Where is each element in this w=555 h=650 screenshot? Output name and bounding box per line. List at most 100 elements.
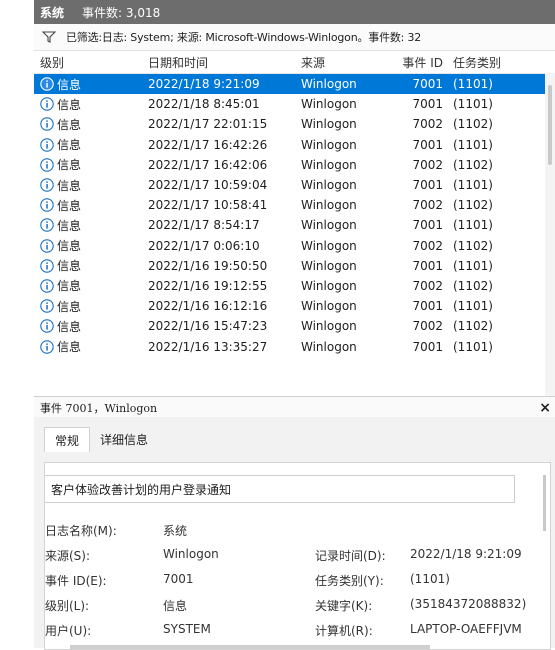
- level-text: 信息: [57, 218, 82, 233]
- task-category-cell: (1102): [453, 278, 493, 293]
- table-row[interactable]: 信息 2022/1/18 9:21:09 Winlogon 7001 (1101): [34, 74, 555, 95]
- source-cell: Winlogon: [301, 278, 357, 293]
- level-text: 信息: [57, 97, 82, 112]
- event-id-label: 事件 ID(E):: [45, 574, 107, 588]
- table-row[interactable]: 信息 2022/1/17 8:54:17 Winlogon 7001 (1101): [34, 215, 555, 235]
- column-header-datetime[interactable]: 日期和时间: [142, 54, 295, 71]
- table-row[interactable]: 信息 2022/1/16 15:47:23 Winlogon 7002 (1102): [34, 316, 555, 336]
- column-header-source[interactable]: 来源: [295, 54, 392, 71]
- datetime-cell: 2022/1/16 16:12:16: [148, 299, 268, 314]
- table-scrollbar[interactable]: [545, 73, 555, 396]
- event-id-cell: 7002: [412, 157, 443, 172]
- level-cell: 信息: [34, 318, 142, 335]
- event-id-cell: 7001: [412, 178, 443, 193]
- source-cell: Winlogon: [301, 198, 357, 213]
- table-row[interactable]: 信息 2022/1/17 16:42:26 Winlogon 7001 (1101): [34, 135, 555, 155]
- datetime-cell: 2022/1/18 8:45:01: [148, 97, 260, 112]
- log-header: 系统 事件数: 3,018: [34, 0, 555, 24]
- event-id-cell: 7001: [412, 299, 443, 314]
- task-category-label: 任务类别(Y):: [315, 574, 384, 588]
- event-id-cell: 7001: [412, 77, 443, 92]
- event-id-cell: 7001: [412, 258, 443, 273]
- task-category-cell: (1102): [453, 117, 493, 132]
- level-cell: 信息: [34, 277, 142, 294]
- source-cell: Winlogon: [301, 77, 357, 92]
- filter-bar: 已筛选:日志: System; 来源: Microsoft-Windows-Wi…: [34, 24, 555, 51]
- datetime-cell: 2022/1/17 10:58:41: [148, 198, 268, 213]
- info-icon: [40, 117, 54, 132]
- event-id-cell: 7002: [412, 319, 443, 334]
- horizontal-scrollbar[interactable]: [70, 645, 430, 649]
- source-cell: Winlogon: [301, 97, 357, 112]
- level-text: 信息: [57, 259, 82, 274]
- source-cell: Winlogon: [301, 238, 357, 253]
- column-header-event-id[interactable]: 事件 ID: [392, 54, 449, 71]
- datetime-cell: 2022/1/17 16:42:06: [148, 157, 268, 172]
- task-category-cell: (1101): [453, 339, 493, 354]
- table-row[interactable]: 信息 2022/1/17 22:01:15 Winlogon 7002 (1102): [34, 114, 555, 134]
- level-cell: 信息: [34, 156, 142, 173]
- event-count: 事件数: 3,018: [82, 5, 161, 20]
- event-id-cell: 7002: [412, 278, 443, 293]
- event-id-cell: 7001: [412, 137, 443, 152]
- log-name-value: 系统: [163, 524, 188, 538]
- datetime-cell: 2022/1/16 13:35:27: [148, 339, 268, 354]
- task-category-value: (1101): [410, 572, 450, 586]
- info-icon: [40, 279, 54, 293]
- task-category-cell: (1102): [453, 198, 493, 213]
- info-icon: [40, 319, 54, 334]
- level-cell: 信息: [34, 298, 142, 315]
- datetime-cell: 2022/1/16 19:50:50: [148, 258, 268, 273]
- level-cell: 信息: [34, 136, 142, 153]
- table-row[interactable]: 信息 2022/1/16 19:12:55 Winlogon 7002 (1102): [34, 276, 555, 296]
- task-category-cell: (1101): [453, 77, 493, 92]
- level-text: 信息: [57, 158, 82, 173]
- task-category-cell: (1101): [453, 258, 493, 273]
- level-text: 信息: [57, 239, 82, 254]
- table-header: 级别 日期和时间 来源 事件 ID 任务类别: [34, 51, 555, 74]
- level-cell: 信息: [34, 217, 142, 234]
- datetime-cell: 2022/1/17 22:01:15: [148, 117, 268, 132]
- table-row[interactable]: 信息 2022/1/16 16:12:16 Winlogon 7001 (1101): [34, 296, 555, 316]
- left-gutter: [0, 0, 35, 648]
- general-pane: 客户体验改善计划的用户登录通知 日志名称(M): 系统 来源(S): Winlo…: [44, 462, 551, 650]
- table-body: 信息 2022/1/18 9:21:09 Winlogon 7001 (1101) 信息 2…: [34, 74, 555, 357]
- level-cell: 信息: [34, 338, 142, 355]
- info-icon: [40, 339, 54, 354]
- table-row[interactable]: 信息 2022/1/16 13:35:27 Winlogon 7001 (1101): [34, 336, 555, 356]
- tab-general[interactable]: 常规: [44, 427, 91, 452]
- level-value: 信息: [163, 599, 188, 613]
- level-text: 信息: [57, 117, 82, 132]
- task-category-cell: (1101): [453, 178, 493, 193]
- source-cell: Winlogon: [301, 137, 357, 152]
- datetime-cell: 2022/1/18 9:21:09: [148, 77, 260, 92]
- column-header-level[interactable]: 级别: [34, 54, 142, 71]
- close-icon[interactable]: ×: [539, 400, 551, 416]
- computer-value: LAPTOP-OAEFFJVM: [410, 622, 522, 636]
- table-row[interactable]: 信息 2022/1/17 0:06:10 Winlogon 7002 (1102): [34, 236, 555, 256]
- detail-title: 事件 7001，Winlogon: [40, 402, 158, 415]
- computer-label: 计算机(R):: [315, 624, 373, 638]
- log-name-label: 日志名称(M):: [45, 524, 117, 538]
- table-row[interactable]: 信息 2022/1/17 10:58:41 Winlogon 7002 (1102): [34, 195, 555, 215]
- event-description: 客户体验改善计划的用户登录通知: [45, 475, 515, 503]
- source-cell: Winlogon: [301, 258, 357, 273]
- table-row[interactable]: 信息 2022/1/17 16:42:06 Winlogon 7002 (1102): [34, 155, 555, 175]
- column-header-task-category[interactable]: 任务类别: [449, 54, 529, 71]
- level-cell: 信息: [34, 237, 142, 254]
- info-icon: [40, 238, 54, 253]
- events-table: 级别 日期和时间 来源 事件 ID 任务类别 信息 2022/1/18 9:21:…: [34, 51, 555, 396]
- filter-text: 已筛选:日志: System; 来源: Microsoft-Windows-Wi…: [66, 31, 422, 44]
- datetime-cell: 2022/1/17 16:42:26: [148, 137, 268, 152]
- table-row[interactable]: 信息 2022/1/17 10:59:04 Winlogon 7001 (1101): [34, 175, 555, 195]
- scrollbar-thumb[interactable]: [548, 85, 552, 165]
- tab-details[interactable]: 详细信息: [90, 427, 158, 451]
- event-id-cell: 7002: [412, 238, 443, 253]
- table-row[interactable]: 信息 2022/1/18 8:45:01 Winlogon 7001 (1101): [34, 94, 555, 114]
- table-row[interactable]: 信息 2022/1/16 19:50:50 Winlogon 7001 (1101): [34, 256, 555, 276]
- description-scrollbar[interactable]: [543, 475, 546, 531]
- info-icon: [40, 158, 54, 172]
- datetime-cell: 2022/1/17 10:59:04: [148, 178, 268, 193]
- task-category-cell: (1102): [453, 157, 493, 172]
- source-cell: Winlogon: [301, 117, 357, 132]
